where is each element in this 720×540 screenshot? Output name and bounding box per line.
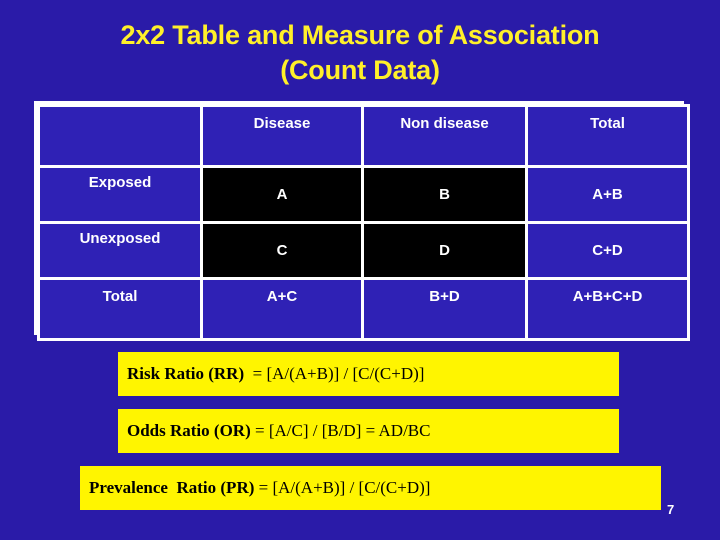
formula-risk-ratio: Risk Ratio (RR) = [A/(A+B)] / [C/(C+D)]: [118, 352, 619, 396]
formula-risk-ratio-label: Risk Ratio (RR): [127, 364, 249, 383]
association-table: Disease Non disease Total Exposed A B A+…: [34, 101, 690, 341]
row-label-unexposed: Unexposed: [37, 221, 203, 280]
formula-prevalence-ratio: Prevalence Ratio (PR) = [A/(A+B)] / [C/(…: [80, 466, 661, 510]
formula-risk-ratio-expression: = [A/(A+B)] / [C/(C+D)]: [248, 364, 425, 383]
table-row: Total A+C B+D A+B+C+D: [37, 277, 690, 341]
cell-exposed-disease: A: [200, 165, 364, 224]
page-title-line-2: (Count Data): [280, 55, 440, 85]
table-row: Exposed A B A+B: [37, 165, 690, 224]
table-header-non-disease: Non disease: [361, 104, 528, 168]
table-header-total: Total: [525, 104, 690, 168]
cell-unexposed-disease: C: [200, 221, 364, 280]
cell-exposed-non-disease: B: [361, 165, 528, 224]
page-title-line-1: 2x2 Table and Measure of Association: [120, 20, 600, 50]
table-header-corner-cell: [37, 104, 203, 168]
table-header-disease: Disease: [200, 104, 364, 168]
formula-odds-ratio: Odds Ratio (OR) = [A/C] / [B/D] = AD/BC: [118, 409, 619, 453]
row-label-exposed: Exposed: [37, 165, 203, 224]
cell-exposed-total: A+B: [525, 165, 690, 224]
page-title: 2x2 Table and Measure of Association (Co…: [0, 18, 720, 88]
formula-prevalence-ratio-expression: = [A/(A+B)] / [C/(C+D)]: [254, 478, 431, 497]
row-label-total: Total: [37, 277, 203, 341]
cell-grand-total: A+B+C+D: [525, 277, 690, 341]
formula-prevalence-ratio-label: Prevalence Ratio (PR): [89, 478, 255, 497]
cell-unexposed-total: C+D: [525, 221, 690, 280]
formula-odds-ratio-label: Odds Ratio (OR): [127, 421, 251, 440]
table-header-row: Disease Non disease Total: [37, 104, 690, 168]
cell-unexposed-non-disease: D: [361, 221, 528, 280]
table-row: Unexposed C D C+D: [37, 221, 690, 280]
cell-total-disease: A+C: [200, 277, 364, 341]
formula-odds-ratio-expression: = [A/C] / [B/D] = AD/BC: [250, 421, 431, 440]
page-number: 7: [667, 502, 675, 517]
cell-total-non-disease: B+D: [361, 277, 528, 341]
